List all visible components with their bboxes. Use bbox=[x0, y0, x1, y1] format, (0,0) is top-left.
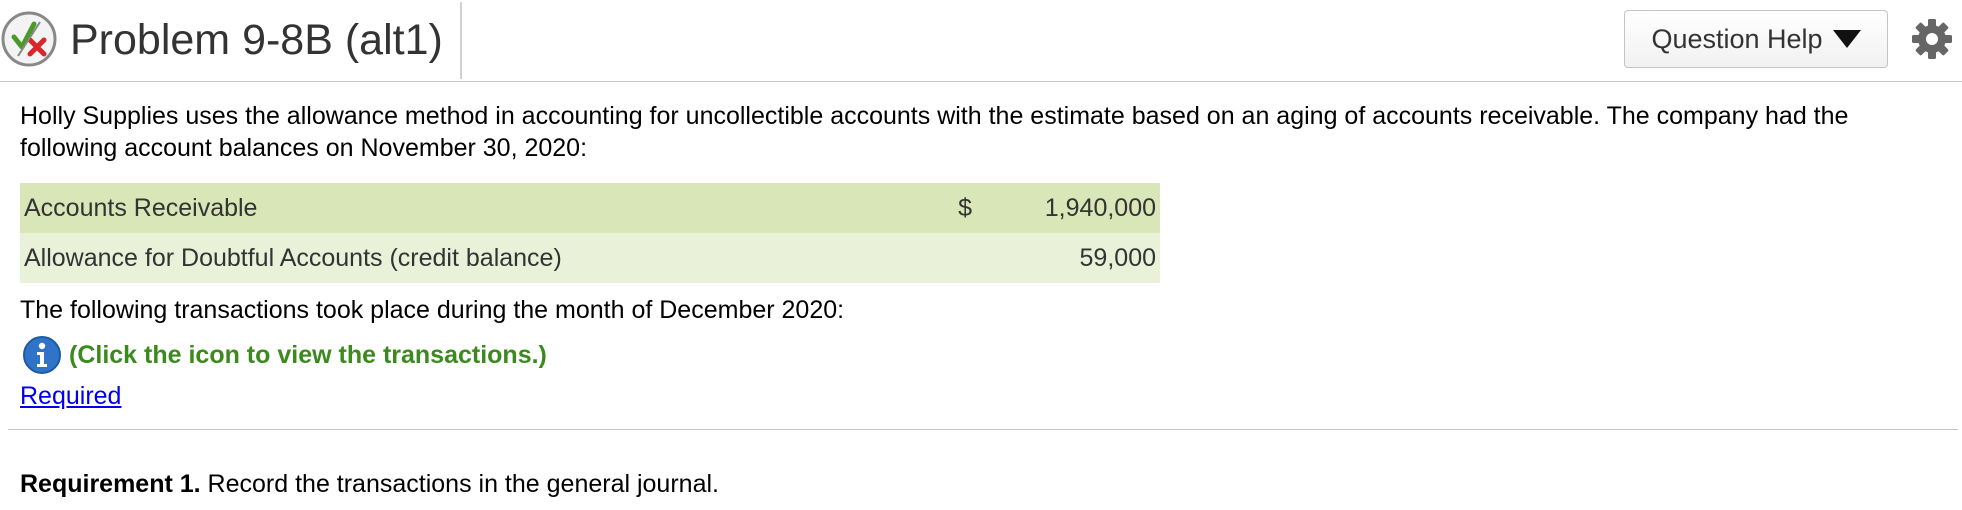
question-help-label: Question Help bbox=[1651, 23, 1823, 54]
balance-value: 1,940,000 bbox=[976, 183, 1160, 233]
question-help-button[interactable]: Question Help bbox=[1624, 10, 1888, 68]
balance-label: Accounts Receivable bbox=[20, 183, 908, 233]
problem-intro: Holly Supplies uses the allowance method… bbox=[20, 102, 1849, 162]
question-header: Problem 9-8B (alt1) Question Help bbox=[0, 0, 1962, 82]
requirement-label: Requirement 1. bbox=[20, 470, 201, 498]
requirement-1: Requirement 1. Record the transactions i… bbox=[20, 470, 719, 499]
requirement-text: Record the transactions in the general j… bbox=[200, 470, 719, 498]
info-icon[interactable] bbox=[22, 335, 62, 375]
balance-label: Allowance for Doubtful Accounts (credit … bbox=[20, 233, 908, 283]
balance-currency bbox=[908, 233, 976, 283]
problem-content: Holly Supplies uses the allowance method… bbox=[20, 100, 1945, 410]
partial-correct-icon bbox=[1, 11, 57, 67]
section-divider bbox=[8, 429, 1958, 430]
balance-currency: $ bbox=[908, 183, 976, 233]
page-title: Problem 9-8B (alt1) bbox=[70, 16, 443, 64]
required-link[interactable]: Required bbox=[20, 382, 121, 411]
table-row: Accounts Receivable $ 1,940,000 bbox=[20, 183, 1160, 233]
title-divider bbox=[460, 2, 462, 79]
caret-down-icon bbox=[1832, 30, 1861, 48]
table-row: Allowance for Doubtful Accounts (credit … bbox=[20, 233, 1160, 283]
account-balances-table: Accounts Receivable $ 1,940,000 Allowanc… bbox=[20, 183, 1160, 283]
transactions-intro: The following transactions took place du… bbox=[20, 296, 845, 324]
view-transactions-link[interactable]: (Click the icon to view the transactions… bbox=[22, 335, 547, 375]
balance-value: 59,000 bbox=[976, 233, 1160, 283]
gear-icon[interactable] bbox=[1911, 18, 1953, 60]
view-transactions-text[interactable]: (Click the icon to view the transactions… bbox=[69, 341, 547, 370]
